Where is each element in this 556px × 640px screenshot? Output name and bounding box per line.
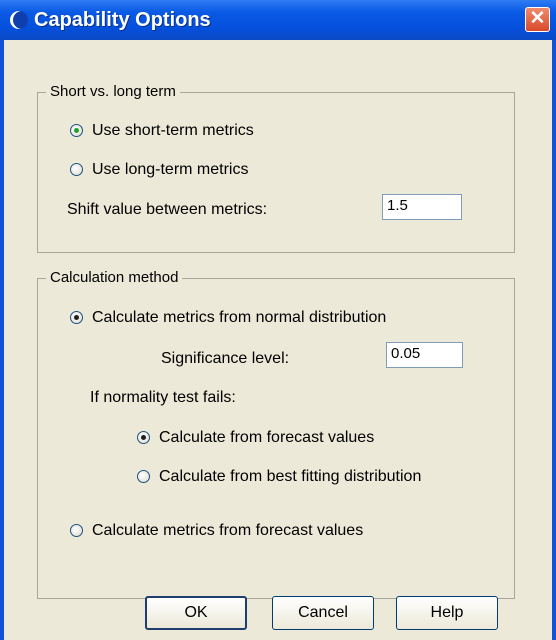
- radio-label-normal-distribution: Calculate metrics from normal distributi…: [92, 309, 387, 326]
- close-icon: ✕: [529, 8, 546, 29]
- cancel-button[interactable]: Cancel: [272, 596, 374, 630]
- radio-button-short-term[interactable]: [70, 124, 83, 137]
- group-legend-calculation: Calculation method: [46, 269, 183, 286]
- title-bar[interactable]: Capability Options ✕: [0, 0, 556, 40]
- radio-button-long-term[interactable]: [70, 163, 83, 176]
- normality-test-label: If normality test fails:: [90, 389, 236, 406]
- radio-label-metrics-forecast: Calculate metrics from forecast values: [92, 522, 364, 539]
- radio-label-long-term: Use long-term metrics: [92, 161, 249, 178]
- capability-options-dialog: Capability Options ✕ Short vs. long term…: [0, 0, 556, 640]
- radio-label-from-forecast: Calculate from forecast values: [159, 429, 375, 446]
- radio-button-best-fitting[interactable]: [137, 470, 150, 483]
- group-legend-short-long: Short vs. long term: [46, 83, 180, 100]
- calculation-method-group: Calculation method Calculate metrics fro…: [37, 269, 515, 599]
- short-vs-long-term-group: Short vs. long term Use short-term metri…: [37, 83, 515, 253]
- shift-value-label: Shift value between metrics:: [67, 201, 268, 218]
- radio-button-normal-distribution[interactable]: [70, 311, 83, 324]
- window-title: Capability Options: [34, 9, 211, 31]
- dialog-body: Short vs. long term Use short-term metri…: [4, 40, 552, 640]
- close-button[interactable]: ✕: [525, 7, 550, 32]
- help-button[interactable]: Help: [396, 596, 498, 630]
- radio-label-short-term: Use short-term metrics: [92, 122, 254, 139]
- ok-button[interactable]: OK: [145, 596, 247, 630]
- app-icon[interactable]: [10, 11, 28, 29]
- significance-level-label: Significance level:: [161, 350, 290, 367]
- significance-level-field[interactable]: 0.05: [386, 342, 463, 368]
- shift-value-field[interactable]: 1.5: [382, 194, 462, 220]
- radio-button-from-forecast[interactable]: [137, 431, 150, 444]
- radio-button-metrics-forecast[interactable]: [70, 524, 83, 537]
- radio-label-best-fitting: Calculate from best fitting distribution: [159, 468, 422, 485]
